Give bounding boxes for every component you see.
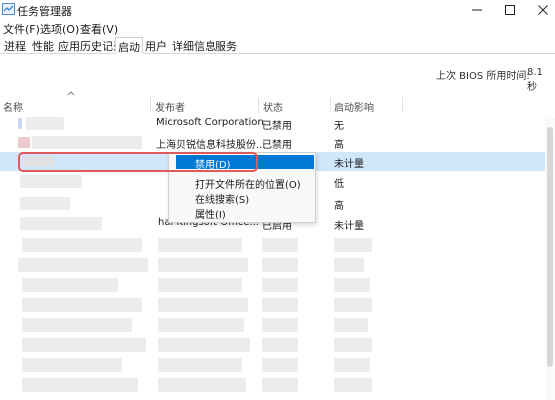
app-icon bbox=[18, 137, 30, 148]
menu-item-open-file-location-label: 打开文件所在的位置(O) bbox=[195, 180, 301, 191]
menu-bar: 文件(F) 选项(O) 查看(V) bbox=[0, 19, 555, 36]
blurred-name bbox=[20, 175, 82, 188]
row-impact: 低 bbox=[334, 179, 344, 190]
menu-item-open-file-location[interactable]: 打开文件所在的位置(O) bbox=[169, 175, 315, 191]
bios-time-label: 上次 BIOS 所用时间: bbox=[436, 71, 530, 82]
menu-item-properties[interactable]: 属性(I) bbox=[169, 205, 315, 221]
window-title: 任务管理器 bbox=[17, 5, 72, 18]
row-publisher: Microsoft Corporation bbox=[156, 117, 264, 128]
minimize-button[interactable] bbox=[466, 0, 488, 19]
row-impact: 高 bbox=[334, 201, 344, 212]
task-manager-icon bbox=[2, 3, 15, 15]
minimize-icon bbox=[472, 9, 482, 11]
close-button[interactable] bbox=[532, 0, 554, 19]
maximize-icon bbox=[505, 5, 515, 15]
column-divider[interactable] bbox=[330, 97, 331, 113]
maximize-button[interactable] bbox=[499, 0, 521, 19]
menu-view[interactable]: 查看(V) bbox=[80, 21, 118, 37]
title-bar: 任务管理器 bbox=[0, 0, 555, 19]
tab-services[interactable]: 服务 bbox=[214, 38, 238, 53]
blurred-name bbox=[32, 136, 142, 149]
column-divider[interactable] bbox=[150, 97, 151, 113]
column-impact[interactable]: 启动影响 bbox=[334, 99, 374, 114]
column-publisher[interactable]: 发布者 bbox=[155, 99, 185, 114]
blurred-name bbox=[26, 117, 64, 130]
tab-processes[interactable]: 进程 bbox=[3, 38, 27, 53]
column-divider[interactable] bbox=[402, 97, 403, 113]
annotation-highlight-box bbox=[18, 152, 258, 172]
menu-item-search-online[interactable]: 在线搜索(S) bbox=[169, 190, 315, 206]
tab-bar: 进程 性能 应用历史记录 启动 用户 详细信息 服务 bbox=[0, 36, 555, 54]
blurred-name bbox=[20, 217, 102, 230]
tab-details[interactable]: 详细信息 bbox=[171, 38, 217, 53]
row-impact: 无 bbox=[334, 121, 344, 132]
row-status: 已禁用 bbox=[262, 140, 292, 151]
row-impact: 高 bbox=[334, 140, 344, 151]
menu-file[interactable]: 文件(F) bbox=[3, 21, 40, 37]
row-publisher: 上海贝锐信息科技股份... bbox=[156, 140, 266, 151]
column-status[interactable]: 状态 bbox=[263, 99, 283, 114]
scrollbar-thumb[interactable] bbox=[547, 127, 553, 367]
menu-item-properties-label: 属性(I) bbox=[195, 210, 226, 221]
tab-performance[interactable]: 性能 bbox=[31, 38, 55, 53]
app-icon bbox=[18, 118, 22, 129]
table-row[interactable]: 上海贝锐信息科技股份... 已禁用 高 bbox=[0, 133, 545, 152]
menu-item-search-online-label: 在线搜索(S) bbox=[195, 195, 250, 206]
tab-users[interactable]: 用户 bbox=[144, 38, 168, 53]
column-name[interactable]: 名称 bbox=[3, 99, 23, 114]
row-impact: 未计量 bbox=[334, 159, 364, 170]
row-impact: 未计量 bbox=[334, 221, 364, 232]
blurred-name bbox=[20, 197, 70, 210]
bios-time-value: 8.1 秒 bbox=[527, 67, 543, 93]
menu-options[interactable]: 选项(O) bbox=[40, 21, 79, 37]
tab-startup[interactable]: 启动 bbox=[115, 37, 143, 54]
column-divider[interactable] bbox=[258, 97, 259, 113]
table-row[interactable]: Microsoft Corporation 已禁用 无 bbox=[0, 114, 545, 133]
row-status: 已禁用 bbox=[262, 121, 292, 132]
column-header: 名称 发布者 状态 启动影响 bbox=[0, 95, 555, 115]
close-icon bbox=[538, 5, 548, 15]
